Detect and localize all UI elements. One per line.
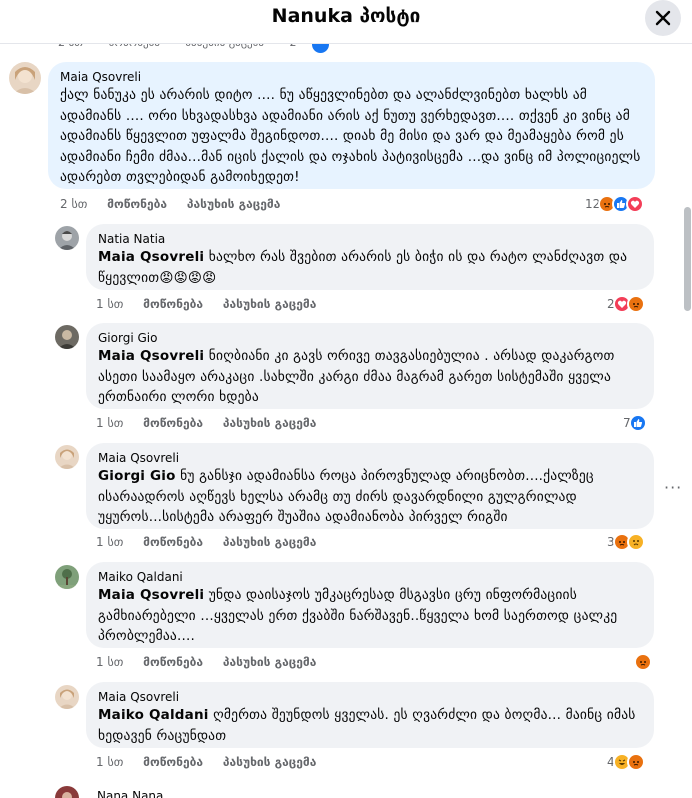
comment-actions: 1 სთ მოწონება პასუხის გაცემა	[96, 755, 332, 769]
avatar[interactable]	[55, 226, 79, 250]
comment-bubble: Maia Qsovreli ქალ ნანუკა ეს არარის დიტო …	[48, 62, 655, 189]
reaction-summary[interactable]: 4	[607, 753, 645, 771]
scrollbar[interactable]	[684, 207, 691, 311]
avatar[interactable]	[55, 786, 79, 798]
reaction-summary[interactable]	[634, 653, 652, 671]
comment-text: Maiko Qaldani ღმერთა შეუნდოს ყველას. ეს …	[98, 705, 642, 746]
avatar[interactable]	[9, 62, 41, 94]
reply-button[interactable]: პასუხის გაცემა	[223, 655, 316, 669]
comment-actions: 1 სთ მოწონება პასუხის გაცემა	[96, 297, 332, 311]
close-icon	[655, 10, 671, 26]
like-button[interactable]: მოწონება	[143, 535, 203, 549]
comment-author[interactable]: Natia Natia	[98, 231, 642, 247]
reaction-summary[interactable]: 3	[607, 533, 645, 551]
avatar[interactable]	[55, 685, 79, 709]
mention-link[interactable]: Maia Qsovreli	[98, 587, 204, 603]
comment-bubble: Maia Qsovreli Maiko Qaldani ღმერთა შეუნდ…	[86, 682, 654, 748]
comment-author[interactable]: Maia Qsovreli	[98, 450, 642, 466]
like-button[interactable]: მოწონება	[143, 755, 203, 769]
comment-time[interactable]: 1 სთ	[96, 297, 123, 311]
comment-bubble: Maiko Qaldani Maia Qsovreli უნდა დაისაჯო…	[86, 562, 654, 648]
reply-button[interactable]: პასუხის გაცემა	[223, 535, 316, 549]
comment-time[interactable]: 1 სთ	[96, 755, 123, 769]
close-button[interactable]	[645, 0, 681, 36]
comment-time[interactable]: 1 სთ	[96, 535, 123, 549]
angry-reaction-icon	[634, 653, 652, 671]
comment-author[interactable]: Maia Qsovreli	[60, 69, 643, 85]
comment-author[interactable]: Maia Qsovreli	[98, 689, 642, 705]
comment-actions: 2 სთ მოწონება პასუხის გაცემა	[60, 197, 296, 211]
love-reaction-icon	[626, 195, 645, 213]
like-button[interactable]: მოწონება	[143, 655, 203, 669]
comment-text: Giorgi Gio ნუ განსჯი ადამიანსა როცა პირო…	[98, 466, 642, 528]
mention-link[interactable]: Giorgi Gio	[98, 468, 176, 484]
like-button[interactable]: მოწონება	[143, 297, 203, 311]
reply-button[interactable]: პასუხის გაცემა	[223, 755, 316, 769]
comment-actions: 1 სთ მოწონება პასუხის გაცემა	[96, 535, 332, 549]
reaction-summary[interactable]: 7	[623, 414, 647, 432]
post-header: Nanuka პოსტი	[0, 0, 692, 44]
reply-button[interactable]: პასუხის გაცემა	[223, 416, 316, 430]
comment-actions: 1 სთ მოწონება პასუხის გაცემა	[96, 655, 332, 669]
comment-text: Maia Qsovreli ნიღბიანი კი გავს ორივე თავ…	[98, 346, 642, 408]
comment-text: Maia Qsovreli უნდა დაისაჯოს უმკაცრესად მ…	[98, 585, 642, 647]
comment-author[interactable]: Nana Nana	[97, 788, 163, 798]
mention-link[interactable]: Maia Qsovreli	[98, 348, 204, 364]
reply-button[interactable]: პასუხის გაცემა	[187, 197, 280, 211]
sad-reaction-icon	[626, 533, 645, 551]
reply-button[interactable]: პასუხის გაცემა	[223, 297, 316, 311]
like-button[interactable]: მოწონება	[107, 197, 167, 211]
comment-actions: 1 სთ მოწონება პასუხის გაცემა	[96, 416, 332, 430]
comment-bubble: Maia Qsovreli Giorgi Gio ნუ განსჯი ადამი…	[86, 443, 654, 529]
like-button[interactable]: მოწონება	[143, 416, 203, 430]
comment-author[interactable]: Maiko Qaldani	[98, 569, 642, 585]
reaction-summary[interactable]: 12	[585, 195, 645, 213]
comment-time[interactable]: 1 სთ	[96, 416, 123, 430]
comment-text: ქალ ნანუკა ეს არარის დიტო .... ნუ აწყევლ…	[60, 87, 641, 185]
reaction-summary[interactable]: 2	[607, 295, 645, 313]
mention-link[interactable]: Maia Qsovreli	[98, 249, 204, 265]
comment-text: Maia Qsovreli ხალხო რას შვებით არარის ეს…	[98, 247, 642, 288]
angry-reaction-icon	[626, 753, 645, 771]
angry-reaction-icon	[626, 295, 645, 313]
comment-bubble: Giorgi Gio Maia Qsovreli ნიღბიანი კი გავ…	[86, 323, 654, 409]
avatar[interactable]	[55, 565, 79, 589]
more-options-button[interactable]: ···	[664, 478, 682, 497]
mention-link[interactable]: Maiko Qaldani	[98, 707, 209, 723]
comment-author[interactable]: Giorgi Gio	[98, 330, 642, 346]
comment-time[interactable]: 2 სთ	[60, 197, 87, 211]
avatar[interactable]	[55, 445, 79, 469]
like-reaction-icon	[628, 414, 647, 432]
avatar[interactable]	[55, 325, 79, 349]
comment-bubble: Natia Natia Maia Qsovreli ხალხო რას შვებ…	[86, 224, 654, 290]
post-title: Nanuka პოსტი	[271, 5, 421, 27]
comment-time[interactable]: 1 სთ	[96, 655, 123, 669]
